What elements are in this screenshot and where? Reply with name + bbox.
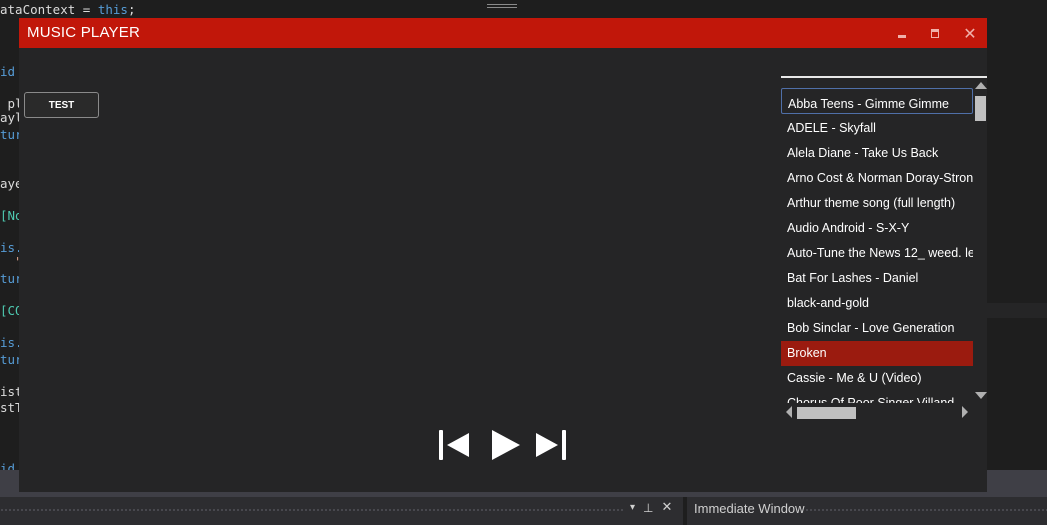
playlist-item[interactable]: Auto-Tune the News 12_ weed. les — [781, 241, 973, 266]
playlist-item[interactable]: Bob Sinclar - Love Generation — [781, 316, 973, 341]
previous-button[interactable] — [438, 428, 472, 462]
play-icon — [492, 430, 520, 460]
playlist-item[interactable]: Audio Android - S-X-Y — [781, 216, 973, 241]
horizontal-scrollbar[interactable] — [781, 403, 973, 419]
minimize-icon — [898, 34, 906, 38]
scroll-left-icon[interactable] — [786, 406, 792, 418]
playlist-item[interactable]: Broken — [781, 341, 973, 366]
playlist-item[interactable]: Chorus Of Poor Singer Villand — [781, 391, 973, 403]
test-button[interactable]: TEST — [24, 92, 99, 118]
previous-track-icon — [439, 430, 469, 460]
minimize-button[interactable] — [885, 18, 919, 48]
drag-handle[interactable] — [449, 0, 557, 11]
playlist-item[interactable]: Arno Cost & Norman Doray-Strong — [781, 166, 973, 191]
transport-controls — [438, 428, 570, 462]
playlist-item[interactable]: Cassie - Me & U (Video) — [781, 366, 973, 391]
horizontal-scroll-thumb[interactable] — [797, 407, 856, 419]
playlist-listbox[interactable]: Abba Teens - Gimme Gimme ADELE - Skyfall A… — [781, 82, 987, 419]
ide-panel-grip-right — [805, 508, 1047, 512]
close-icon: ✕ — [963, 23, 977, 43]
maximize-icon — [931, 28, 939, 38]
vertical-scrollbar[interactable] — [973, 82, 987, 403]
ide-right-gutter — [987, 0, 1047, 490]
music-player-window: MUSIC PLAYER ✕ TEST Abba Teens - Gimme G… — [19, 0, 987, 492]
code-token: this — [97, 2, 128, 17]
close-button[interactable]: ✕ — [953, 18, 987, 48]
immediate-window-tab[interactable]: Immediate Window — [694, 501, 805, 516]
ide-panel-controls: ▾ ⊥ ✕ — [630, 500, 672, 515]
window-title: MUSIC PLAYER — [27, 24, 140, 41]
playlist-item[interactable]: Alela Diane - Take Us Back — [781, 141, 973, 166]
next-button[interactable] — [534, 428, 568, 462]
play-button[interactable] — [490, 428, 522, 462]
title-bar[interactable]: MUSIC PLAYER ✕ — [19, 18, 987, 48]
panel-pin-icon[interactable]: ⊥ — [643, 501, 653, 515]
playlist-separator — [781, 76, 987, 78]
code-line: ataContext = this; — [0, 3, 135, 17]
ide-panel-divider[interactable] — [683, 497, 687, 525]
panel-dropdown-icon[interactable]: ▾ — [630, 502, 635, 513]
playlist-item[interactable]: Arthur theme song (full length) — [781, 191, 973, 216]
code-token: ataContext = — [0, 2, 98, 17]
scroll-down-icon[interactable] — [975, 392, 987, 399]
vertical-scroll-thumb[interactable] — [975, 96, 986, 121]
playlist-item[interactable]: Bat For Lashes - Daniel — [781, 266, 973, 291]
maximize-button[interactable] — [918, 18, 952, 48]
scroll-up-icon[interactable] — [975, 82, 987, 89]
ide-panel-grip — [0, 508, 625, 512]
playlist-item[interactable]: black-and-gold — [781, 291, 973, 316]
playlist-item[interactable]: Abba Teens - Gimme Gimme — [781, 88, 973, 114]
playlist-item[interactable]: ADELE - Skyfall — [781, 116, 973, 141]
ide-right-band — [987, 303, 1047, 318]
scroll-right-icon[interactable] — [962, 406, 968, 418]
panel-close-icon[interactable]: ✕ — [661, 500, 672, 515]
playlist-items: Abba Teens - Gimme Gimme ADELE - Skyfall A… — [781, 88, 973, 403]
code-token: ; — [127, 2, 136, 17]
next-track-icon — [536, 430, 566, 460]
